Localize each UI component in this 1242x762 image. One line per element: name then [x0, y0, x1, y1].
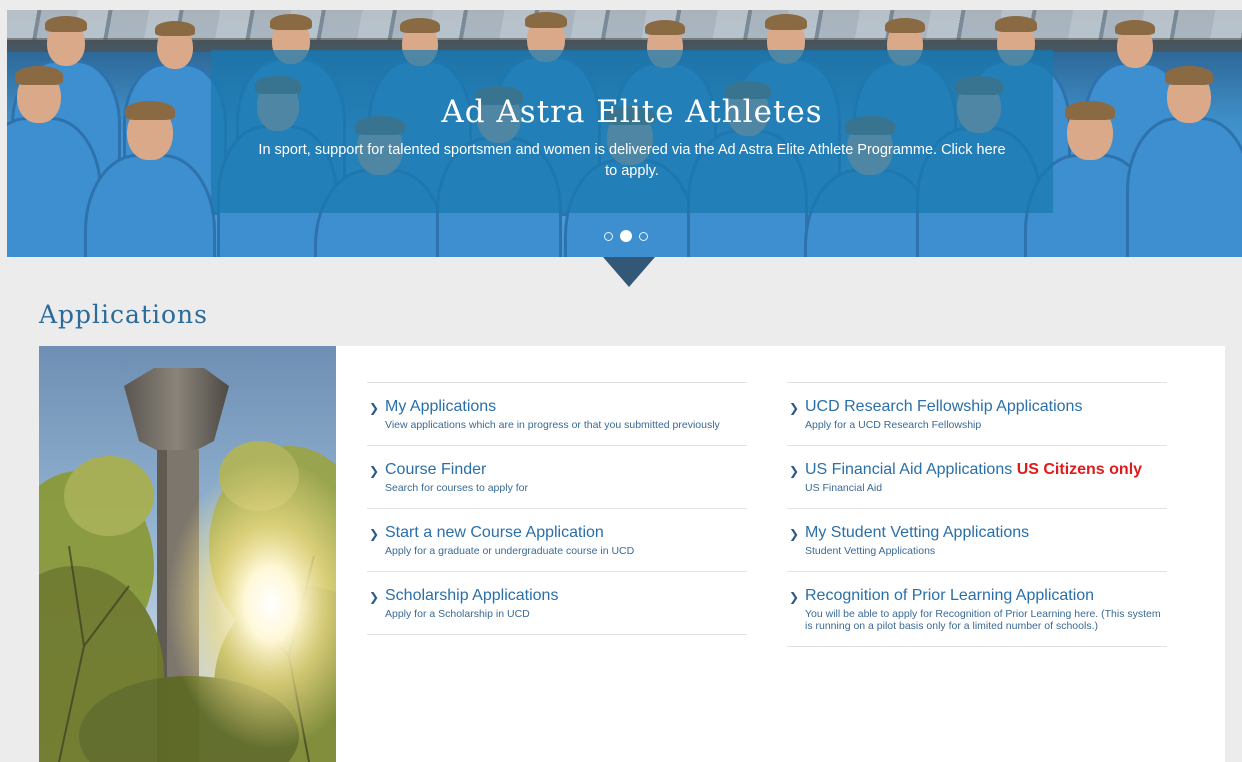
chevron-right-icon: ❯ [369, 527, 380, 541]
water-tower-photo [39, 346, 336, 762]
us-citizens-only-notice: US Citizens only [1016, 461, 1143, 478]
chevron-right-icon: ❯ [369, 464, 380, 478]
application-link-prior-learning[interactable]: ❯ Recognition of Prior Learning Applicat… [787, 572, 1167, 647]
application-link-title[interactable]: My Student Vetting Applications [805, 523, 1167, 543]
carousel-dot-1[interactable] [604, 231, 613, 241]
application-link-title[interactable]: Recognition of Prior Learning Applicatio… [805, 586, 1167, 606]
section-title: Applications [39, 300, 208, 329]
application-link-title[interactable]: My Applications [385, 397, 747, 417]
application-link-scholarship[interactable]: ❯ Scholarship Applications Apply for a S… [367, 572, 747, 635]
hero-title[interactable]: Ad Astra Elite Athletes [211, 92, 1053, 132]
hero-banner[interactable]: Ad Astra Elite Athletes In sport, suppor… [7, 10, 1242, 257]
applications-right-column: ❯ UCD Research Fellowship Applications A… [787, 382, 1167, 647]
chevron-right-icon: ❯ [369, 590, 380, 604]
carousel-dot-2[interactable] [620, 230, 632, 242]
applications-card: ❯ My Applications View applications whic… [39, 346, 1225, 762]
chevron-right-icon: ❯ [789, 590, 800, 604]
application-link-desc: Student Vetting Applications [805, 545, 936, 557]
application-link-desc: Apply for a graduate or undergraduate co… [385, 545, 635, 557]
application-link-title[interactable]: UCD Research Fellowship Applications [805, 397, 1167, 417]
application-link-us-financial-aid[interactable]: ❯ US Financial Aid Applications US Citiz… [787, 446, 1167, 509]
application-link-desc: Apply for a UCD Research Fellowship [805, 419, 982, 431]
application-link-desc: View applications which are in progress … [385, 419, 720, 431]
application-link-desc: US Financial Aid [805, 482, 883, 494]
application-link-course-finder[interactable]: ❯ Course Finder Search for courses to ap… [367, 446, 747, 509]
application-link-title[interactable]: Course Finder [385, 460, 747, 480]
application-link-my-applications[interactable]: ❯ My Applications View applications whic… [367, 383, 747, 446]
applications-left-column: ❯ My Applications View applications whic… [367, 382, 747, 635]
chevron-right-icon: ❯ [789, 464, 800, 478]
application-link-student-vetting[interactable]: ❯ My Student Vetting Applications Studen… [787, 509, 1167, 572]
carousel-dot-3[interactable] [639, 231, 648, 241]
application-link-title-wrap[interactable]: US Financial Aid Applications US Citizen… [805, 460, 1167, 480]
carousel-dots [604, 230, 648, 242]
hero-pointer-arrow [603, 257, 655, 287]
hero-caption[interactable]: Ad Astra Elite Athletes In sport, suppor… [211, 50, 1053, 213]
application-link-desc: Apply for a Scholarship in UCD [385, 608, 530, 620]
chevron-right-icon: ❯ [789, 401, 800, 415]
application-link-research-fellowship[interactable]: ❯ UCD Research Fellowship Applications A… [787, 383, 1167, 446]
application-link-title[interactable]: US Financial Aid Applications [805, 461, 1012, 478]
chevron-right-icon: ❯ [369, 401, 380, 415]
chevron-right-icon: ❯ [789, 527, 800, 541]
application-link-title[interactable]: Scholarship Applications [385, 586, 747, 606]
application-link-title[interactable]: Start a new Course Application [385, 523, 747, 543]
hero-subtitle[interactable]: In sport, support for talented sportsmen… [252, 140, 1012, 182]
water-tower-illustration [39, 346, 336, 762]
application-link-desc: Search for courses to apply for [385, 482, 528, 494]
application-link-desc: You will be able to apply for Recognitio… [805, 608, 1161, 632]
application-link-new-course-application[interactable]: ❯ Start a new Course Application Apply f… [367, 509, 747, 572]
